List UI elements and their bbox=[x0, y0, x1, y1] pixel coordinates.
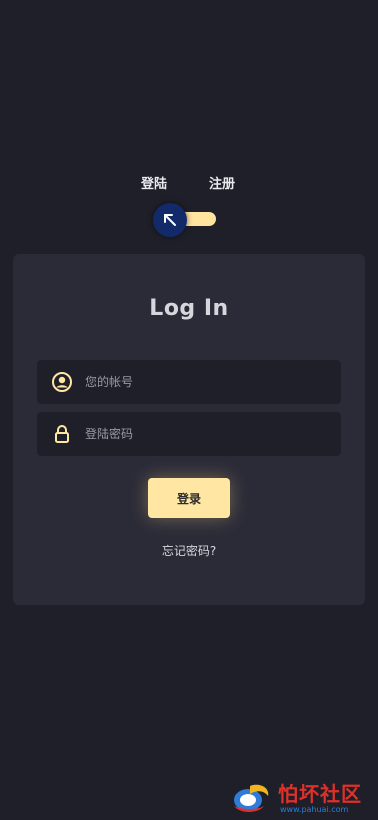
lock-icon bbox=[51, 423, 73, 445]
password-input[interactable] bbox=[85, 412, 325, 456]
pahuai-logo-icon bbox=[234, 784, 269, 812]
account-input[interactable] bbox=[85, 360, 325, 404]
auth-tabs: 登陆 注册 bbox=[0, 173, 378, 193]
login-button[interactable]: 登录 bbox=[148, 478, 230, 518]
tab-register[interactable]: 注册 bbox=[209, 173, 235, 192]
forgot-password-link[interactable]: 忘记密码? bbox=[13, 542, 365, 559]
page-title: Log In bbox=[149, 296, 229, 321]
arrow-up-left-icon bbox=[164, 214, 176, 226]
toggle-knob[interactable] bbox=[153, 203, 187, 237]
watermark-url: www.pahuai.com bbox=[280, 805, 349, 814]
login-card: Log In 登录 忘记密码? bbox=[13, 254, 365, 605]
tab-login[interactable]: 登陆 bbox=[141, 173, 167, 192]
user-icon bbox=[51, 371, 73, 393]
watermark-title: 怕坏社区 bbox=[278, 782, 362, 806]
watermark: 怕坏社区 www.pahuai.com bbox=[228, 778, 374, 818]
password-field[interactable] bbox=[37, 412, 341, 456]
account-field[interactable] bbox=[37, 360, 341, 404]
